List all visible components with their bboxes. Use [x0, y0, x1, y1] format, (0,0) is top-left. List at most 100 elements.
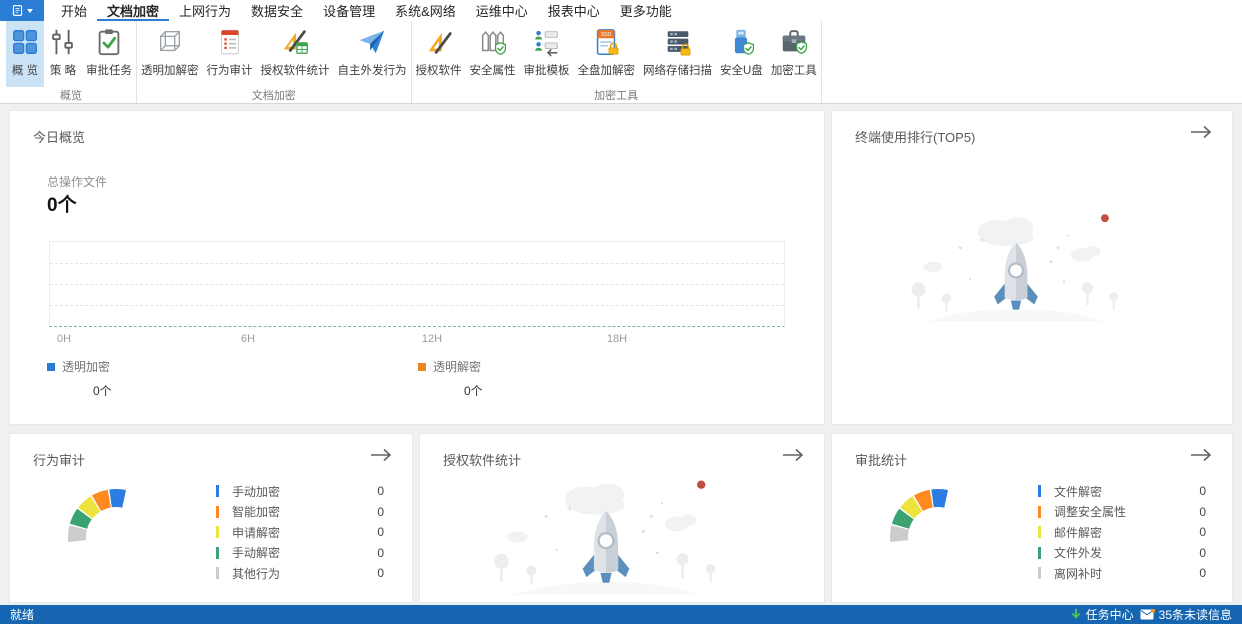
server-lock-icon [663, 27, 693, 57]
card-authorized-software-stats: 授权软件统计 [419, 433, 825, 603]
legend-row: 调整安全属性 0 [1038, 502, 1206, 523]
transparent-encdec-cube-icon [155, 27, 185, 57]
menu-item-internet-behavior[interactable]: 上网行为 [169, 0, 241, 21]
stat-label: 总操作文件 [47, 173, 107, 190]
ribbon-item-label: 透明加解密 [141, 62, 199, 78]
card-today-overview: 今日概览 总操作文件 0个 0H 6H 12H 18H 透明加密 0个 透明解密… [9, 110, 825, 425]
legend-item-transparent-encrypt: 透明加密 0个 [47, 358, 112, 399]
menu-item-data-security[interactable]: 数据安全 [241, 0, 313, 21]
ribbon-item-overview[interactable]: 概 览 [6, 21, 44, 87]
x-tick: 12H [422, 333, 442, 345]
legend-row: 手动加密 0 [216, 481, 384, 502]
ribbon-item-authorized-software-stats[interactable]: 授权软件统计 [257, 21, 334, 87]
ribbon-item-label: 授权软件统计 [261, 62, 330, 78]
gridline [50, 284, 784, 285]
ribbon-item-approval-tasks[interactable]: 审批任务 [82, 21, 136, 87]
svg-text:SSD: SSD [601, 32, 612, 38]
ribbon-group-encryption-tools: 授权软件 安全属性 审批模板 [412, 21, 822, 103]
hourly-line-chart [49, 241, 785, 327]
ribbon-toolbar: 概 览 策 略 审批任务 概览 [0, 21, 1242, 104]
app-logo-icon [11, 4, 24, 17]
legend-row: 离网补时 0 [1038, 563, 1206, 584]
ribbon-item-label: 全盘加解密 [578, 62, 636, 78]
overview-grid-icon [10, 27, 40, 57]
legend-marker [418, 363, 426, 371]
legend-marker [1038, 526, 1041, 538]
legend-row: 智能加密 0 [216, 502, 384, 523]
card-title: 终端使用排行(TOP5) [855, 127, 975, 146]
goto-arrow-button[interactable] [782, 448, 804, 465]
menu-item-doc-encryption[interactable]: 文档加密 [97, 0, 169, 21]
empty-state-rocket-illustration [466, 464, 746, 595]
gauge-chart [846, 445, 996, 555]
legend-item-transparent-decrypt: 透明解密 0个 [418, 358, 483, 399]
ribbon-item-label: 网络存储扫描 [643, 62, 712, 78]
legend-marker [1038, 485, 1041, 497]
ribbon-item-secure-usb[interactable]: 安全U盘 [716, 21, 767, 87]
mail-icon [1140, 609, 1155, 620]
ribbon-item-transparent-encdec[interactable]: 透明加解密 [137, 21, 203, 87]
ribbon-item-approval-template[interactable]: 审批模板 [520, 21, 574, 87]
gauge-legend: 文件解密 0 调整安全属性 0 邮件解密 0 文件外发 0 离网补时 0 [1038, 481, 1206, 584]
legend-marker [1038, 506, 1041, 518]
x-tick: 18H [607, 333, 627, 345]
ribbon-item-policy[interactable]: 策 略 [44, 21, 82, 87]
menu-item-ops-center[interactable]: 运维中心 [466, 0, 538, 21]
paper-plane-icon [357, 27, 387, 57]
task-center-button[interactable]: 任务中心 [1070, 606, 1134, 623]
legend-marker [216, 547, 219, 559]
legend-row: 手动解密 0 [216, 543, 384, 564]
goto-arrow-button[interactable] [370, 448, 392, 465]
ssd-lock-icon: SSD [591, 27, 621, 57]
ribbon-group-overview: 概 览 策 略 审批任务 概览 [0, 21, 137, 103]
legend-marker [1038, 567, 1041, 579]
gridline [50, 305, 784, 306]
goto-arrow-button[interactable] [1190, 125, 1212, 142]
card-terminal-rank: 终端使用排行(TOP5) [831, 110, 1233, 425]
behavior-audit-doc-icon [215, 27, 245, 57]
menu-bar: 开始 文档加密 上网行为 数据安全 设备管理 系统&网络 运维中心 报表中心 更… [0, 0, 1242, 21]
ribbon-item-security-attribute[interactable]: 安全属性 [466, 21, 520, 87]
ribbon-item-label: 概 览 [12, 62, 38, 78]
ribbon-item-encryption-tools[interactable]: 加密工具 [767, 21, 821, 87]
ribbon-item-authorized-software[interactable]: 授权软件 [412, 21, 466, 87]
ribbon-group-label: 概览 [6, 87, 136, 103]
ribbon-item-behavior-audit[interactable]: 行为审计 [203, 21, 257, 87]
download-arrow-icon [1070, 608, 1082, 621]
gauge-chart [24, 445, 174, 555]
legend-row: 文件解密 0 [1038, 481, 1206, 502]
legend-row: 邮件解密 0 [1038, 522, 1206, 543]
ribbon-item-label: 行为审计 [207, 62, 253, 78]
legend-value: 0个 [464, 382, 483, 399]
ribbon-item-self-outgoing-behavior[interactable]: 自主外发行为 [334, 21, 411, 87]
briefcase-shield-icon [779, 27, 809, 57]
menu-item-start[interactable]: 开始 [51, 0, 97, 21]
gauge-legend: 手动加密 0 智能加密 0 申请解密 0 手动解密 0 其他行为 0 [216, 481, 384, 584]
card-behavior-audit: 行为审计 手动加密 0 智能加密 0 申请解密 0 手动解密 0 其他行为 [9, 433, 413, 603]
ribbon-item-network-storage-scan[interactable]: 网络存储扫描 [639, 21, 716, 87]
legend-row: 申请解密 0 [216, 522, 384, 543]
arrow-right-icon [370, 448, 392, 462]
fence-shield-icon [478, 27, 508, 57]
ribbon-item-label: 策 略 [50, 62, 76, 78]
menu-item-system-network[interactable]: 系统&网络 [385, 0, 466, 21]
app-menu-button[interactable] [0, 0, 44, 21]
card-approval-stats: 审批统计 文件解密 0 调整安全属性 0 邮件解密 0 文件外发 0 离网 [831, 433, 1233, 603]
ribbon-item-fulldisk-encdec[interactable]: SSD 全盘加解密 [574, 21, 640, 87]
x-tick: 6H [241, 333, 255, 345]
ribbon-item-label: 安全属性 [470, 62, 516, 78]
approval-tasks-icon [94, 27, 124, 57]
usb-shield-icon [726, 27, 756, 57]
goto-arrow-button[interactable] [1190, 448, 1212, 465]
unread-messages-button[interactable]: 35条未读信息 [1140, 606, 1232, 623]
legend-value: 0个 [93, 382, 112, 399]
legend-row: 其他行为 0 [216, 563, 384, 584]
people-list-icon [532, 27, 562, 57]
ribbon-item-label: 审批任务 [86, 62, 132, 78]
ribbon-item-label: 审批模板 [524, 62, 570, 78]
menu-item-report-center[interactable]: 报表中心 [538, 0, 610, 21]
ruler-pencil-icon [424, 27, 454, 57]
menu-item-device-management[interactable]: 设备管理 [313, 0, 385, 21]
legend-marker [216, 485, 219, 497]
menu-item-more-features[interactable]: 更多功能 [610, 0, 682, 21]
